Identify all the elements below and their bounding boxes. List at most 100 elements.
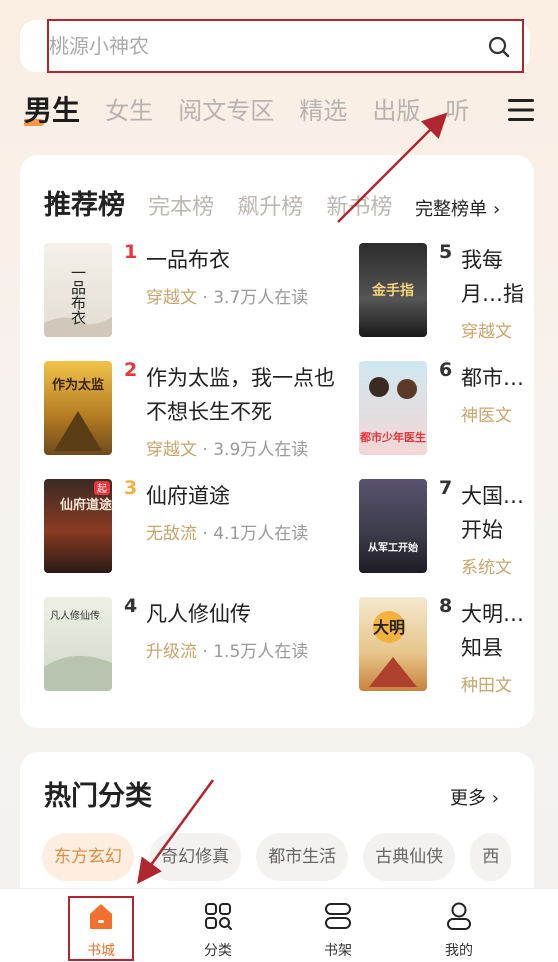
book-readers: 3.9万人在读	[213, 440, 309, 460]
search-icon[interactable]	[487, 35, 511, 59]
tab-new[interactable]: 新书榜	[326, 189, 392, 221]
profile-icon	[447, 902, 471, 930]
book-cover: 作为太监	[44, 361, 112, 455]
more-link[interactable]: 更多 ›	[450, 784, 499, 810]
rank-number: 4	[124, 595, 138, 617]
book-title: 都市…	[461, 366, 524, 390]
book-cover: 一品布衣	[44, 243, 112, 337]
categories-title: 热门分类	[44, 781, 152, 812]
tab-completed[interactable]: 完本榜	[148, 189, 214, 221]
book-cover: 仙府道途 起	[44, 479, 112, 573]
rank-number: 8	[439, 595, 453, 617]
book-genre: 种田文	[461, 676, 512, 696]
rank-number: 2	[124, 359, 138, 381]
cover-text: 从军工开始	[368, 541, 418, 554]
cover-text: 仙府道途	[60, 497, 112, 513]
book-item[interactable]: 从军工开始 7 大国…开始 系统文	[359, 477, 534, 579]
ranking-tabs: 推荐榜 完本榜 飙升榜 新书榜	[44, 183, 414, 223]
book-meta: 无敌流 · 4.1万人在读	[146, 524, 309, 544]
book-item[interactable]: 都市少年医生 6 都市… 神医文	[359, 359, 534, 461]
book-meta: 穿越文	[461, 317, 512, 342]
ranking-card: 推荐榜 完本榜 飙升榜 新书榜 完整榜单 › 一品布衣 1 一品布衣 穿越文 · …	[20, 155, 534, 728]
book-meta: 穿越文 · 3.9万人在读	[146, 440, 309, 460]
cover-badge: 起	[97, 483, 107, 495]
tab-female[interactable]: 女生	[105, 88, 153, 134]
book-genre: 神医文	[461, 406, 512, 426]
grid-search-icon	[205, 903, 232, 930]
book-cover: 从军工开始	[359, 479, 427, 573]
book-title: 大明…知县	[461, 602, 524, 660]
tab-publish[interactable]: 出版	[372, 88, 420, 134]
tab-rising[interactable]: 飙升榜	[237, 189, 303, 221]
book-title: 作为太监，我一点也不想长生不死	[146, 366, 335, 424]
cover-text: 作为太监	[52, 377, 104, 393]
book-title: 我每月…指	[461, 248, 524, 306]
nav-profile[interactable]: 我的	[419, 889, 499, 962]
book-title: 仙府道途	[146, 484, 230, 508]
rank-number: 3	[124, 477, 138, 499]
book-readers: 4.1万人在读	[213, 524, 309, 544]
rank-number: 5	[439, 241, 453, 263]
chevron-right-icon: ›	[493, 199, 501, 220]
book-title: 一品布衣	[146, 248, 230, 272]
book-item[interactable]: 仙府道途 起 3 仙府道途 无敌流 · 4.1万人在读	[44, 477, 344, 579]
book-cover: 凡人修仙传	[44, 597, 112, 691]
book-cover: 都市少年医生	[359, 361, 427, 455]
nav-category[interactable]: 分类	[178, 889, 258, 962]
cover-text: 凡人修仙传	[50, 609, 100, 622]
book-title: 大国…开始	[461, 484, 524, 542]
chip-fantasy-cultivation[interactable]: 奇幻修真	[149, 833, 242, 881]
book-item[interactable]: 一品布衣 1 一品布衣 穿越文 · 3.7万人在读	[44, 241, 344, 343]
search-input[interactable]	[47, 19, 524, 73]
cover-text: 大明	[373, 618, 405, 637]
book-item[interactable]: 金手指 5 我每月…指 穿越文	[359, 241, 534, 343]
nav-label: 我的	[445, 943, 473, 959]
rank-number: 7	[439, 477, 453, 499]
book-genre: 穿越文	[461, 322, 512, 342]
more-label: 更多	[450, 788, 486, 809]
rank-number: 1	[124, 241, 138, 263]
tab-male[interactable]: 男生	[24, 88, 80, 134]
cover-text: 一品布衣	[69, 265, 87, 325]
book-readers: 1.5万人在读	[213, 642, 309, 662]
cover-text: 都市少年医生	[359, 430, 426, 444]
book-item[interactable]: 作为太监 2 作为太监，我一点也不想长生不死 穿越文 · 3.9万人在读	[44, 359, 344, 461]
book-genre: 无敌流	[146, 524, 197, 544]
book-readers: 3.7万人在读	[213, 288, 309, 308]
chip-western[interactable]: 西	[470, 833, 512, 881]
highlight-box	[68, 896, 134, 961]
chip-urban-life[interactable]: 都市生活	[256, 833, 349, 881]
chip-classic-xianxia[interactable]: 古典仙侠	[363, 833, 456, 881]
channel-tabs: 男生 女生 阅文专区 精选 出版 听	[24, 88, 479, 134]
book-meta: 种田文	[461, 671, 512, 696]
bookshelf-icon	[325, 903, 351, 929]
book-genre: 系统文	[461, 558, 512, 578]
nav-label: 分类	[204, 943, 232, 959]
book-genre: 穿越文	[146, 440, 197, 460]
book-meta: 神医文	[461, 401, 512, 426]
rank-number: 6	[439, 359, 453, 381]
book-meta: 升级流 · 1.5万人在读	[146, 642, 309, 662]
book-title: 凡人修仙传	[146, 602, 251, 626]
menu-icon[interactable]	[507, 97, 535, 123]
book-item[interactable]: 大明 8 大明…知县 种田文	[359, 595, 534, 697]
nav-label: 书架	[324, 943, 352, 959]
nav-bookshelf[interactable]: 书架	[298, 889, 378, 962]
tab-listen[interactable]: 听	[445, 88, 469, 134]
full-list-link[interactable]: 完整榜单 ›	[411, 195, 501, 221]
full-list-label: 完整榜单	[415, 199, 487, 220]
book-genre: 穿越文	[146, 288, 197, 308]
book-meta: 系统文	[461, 553, 512, 578]
book-cover: 大明	[359, 597, 427, 691]
category-chips: 东方玄幻 奇幻修真 都市生活 古典仙侠 西	[42, 833, 521, 881]
book-cover: 金手指	[359, 243, 427, 337]
tab-featured[interactable]: 精选	[299, 88, 347, 134]
book-item[interactable]: 凡人修仙传 4 凡人修仙传 升级流 · 1.5万人在读	[44, 595, 344, 697]
chevron-right-icon: ›	[491, 788, 499, 809]
book-meta: 穿越文 · 3.7万人在读	[146, 288, 309, 308]
tab-recommend[interactable]: 推荐榜	[44, 183, 125, 222]
book-genre: 升级流	[146, 642, 197, 662]
tab-yuewen[interactable]: 阅文专区	[178, 88, 274, 134]
chip-eastern-fantasy[interactable]: 东方玄幻	[42, 833, 134, 881]
cover-text: 金手指	[371, 282, 414, 299]
